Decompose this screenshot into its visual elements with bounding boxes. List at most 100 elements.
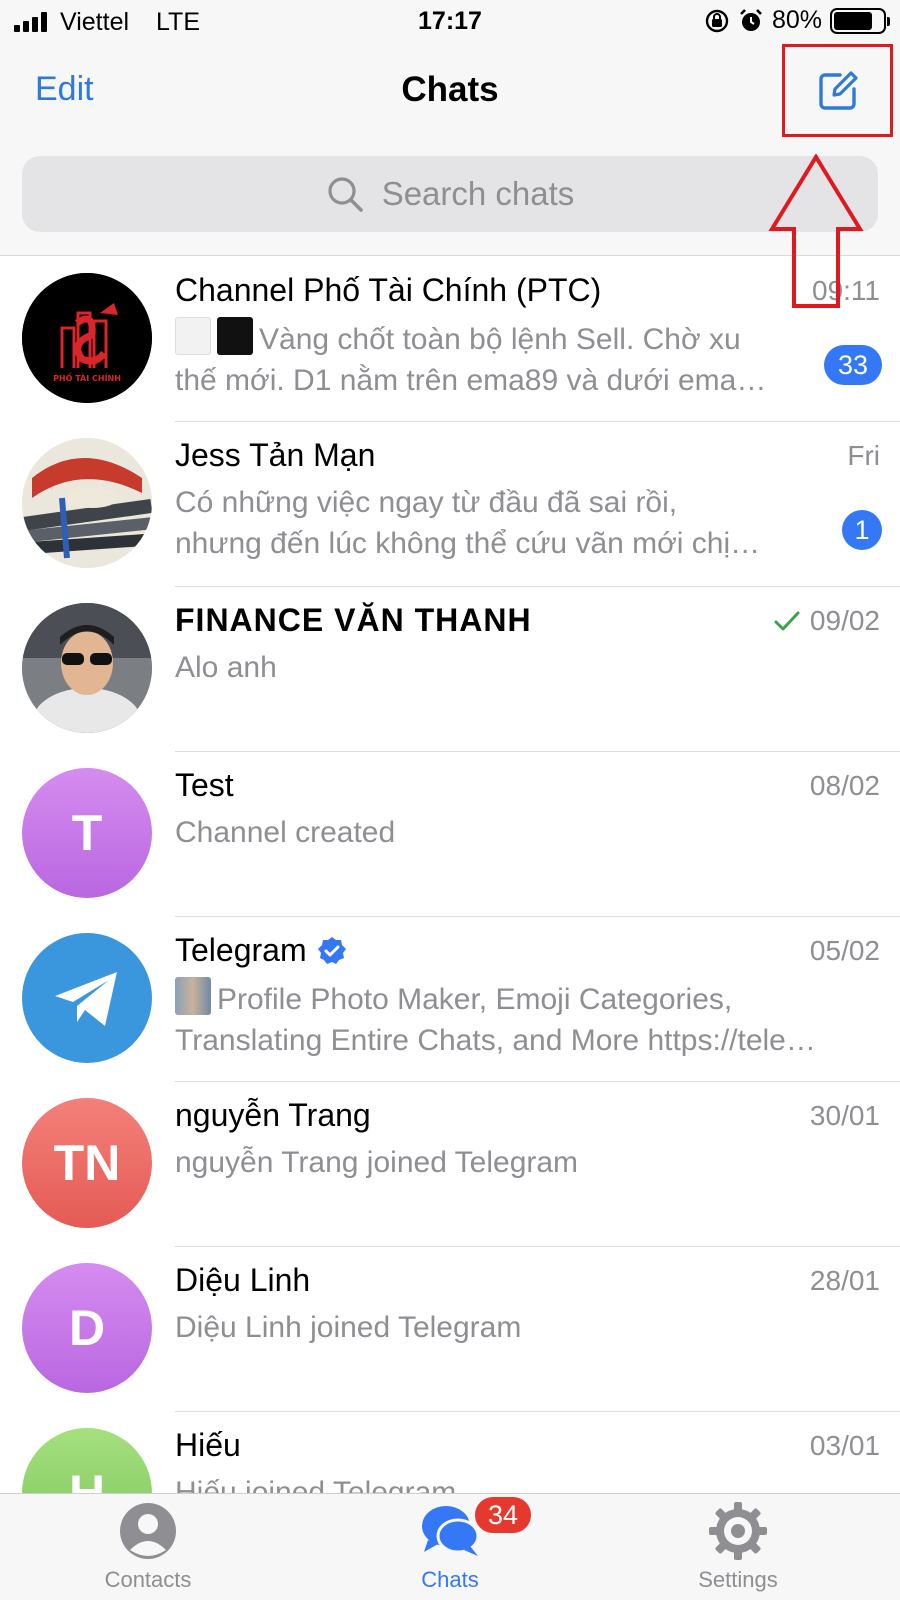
status-right: 80% bbox=[704, 6, 890, 35]
avatar: D bbox=[22, 1263, 152, 1393]
orientation-lock-icon bbox=[705, 9, 729, 32]
chat-preview-line-1: Diệu Linh joined Telegram bbox=[175, 1311, 522, 1344]
battery-percent: 80% bbox=[771, 6, 822, 34]
preview-image-thumbnail bbox=[175, 317, 211, 355]
compose-icon bbox=[818, 70, 858, 110]
read-check-icon bbox=[774, 611, 800, 631]
chart-image-thumbnail bbox=[217, 317, 253, 355]
chat-preview: nguyễn Trang joined Telegram bbox=[175, 1142, 810, 1183]
chat-preview-line-1: nguyễn Trang joined Telegram bbox=[175, 1146, 579, 1179]
compose-button[interactable] bbox=[782, 44, 893, 137]
chat-name: nguyễn Trang bbox=[175, 1097, 371, 1133]
avatar bbox=[22, 933, 152, 1063]
chat-row-test[interactable]: T Test 08/02 Channel created bbox=[0, 752, 900, 917]
chat-row-channel-ptc[interactable]: PHỐ TÀI CHÍNH Channel Phố Tài Chính (PTC… bbox=[0, 257, 900, 422]
chat-row-body: nguyễn Trang 30/01 nguyễn Trang joined T… bbox=[175, 1082, 900, 1247]
chat-time: 05/02 bbox=[809, 935, 880, 966]
books-photo-icon bbox=[22, 438, 152, 568]
chat-preview-line-2: Translating Entire Chats, and More https… bbox=[175, 1024, 816, 1057]
chat-preview: Vàng chốt toàn bộ lệnh Sell. Chờ xu thế … bbox=[175, 317, 810, 399]
chat-name: Channel Phố Tài Chính (PTC) bbox=[175, 272, 602, 308]
chat-row-body: Diệu Linh 28/01 Diệu Linh joined Telegra… bbox=[175, 1247, 900, 1412]
chat-name: Diệu Linh bbox=[175, 1262, 311, 1298]
search-icon bbox=[328, 177, 363, 212]
page-title: Chats bbox=[401, 70, 499, 109]
avatar-initials: TN bbox=[53, 1135, 121, 1191]
chat-preview: Hiếu joined Telegram bbox=[175, 1472, 810, 1493]
chat-time: Fri bbox=[847, 440, 880, 471]
search-input[interactable]: Search chats bbox=[22, 156, 878, 232]
chat-preview: Alo anh bbox=[175, 647, 810, 688]
annotation-arrow-icon bbox=[768, 154, 864, 308]
chat-name-group: Telegram bbox=[175, 932, 347, 969]
chat-time: 28/01 bbox=[809, 1265, 880, 1296]
chat-name: Telegram bbox=[175, 932, 307, 968]
chat-row-body: Hiếu 03/01 Hiếu joined Telegram bbox=[175, 1412, 900, 1493]
chat-row-nguyen-trang[interactable]: TN nguyễn Trang 30/01 nguyễn Trang joine… bbox=[0, 1082, 900, 1247]
tab-contacts[interactable]: Contacts bbox=[48, 1494, 248, 1600]
chat-list: PHỐ TÀI CHÍNH Channel Phố Tài Chính (PTC… bbox=[0, 257, 900, 1493]
chat-row-jess-tan-man[interactable]: Jess Tản Mạn Fri Có những việc ngay từ đ… bbox=[0, 422, 900, 587]
chat-time: 09/02 bbox=[809, 605, 880, 636]
chat-row-hieu[interactable]: H Hiếu 03/01 Hiếu joined Telegram bbox=[0, 1412, 900, 1493]
chat-preview-line-1: Alo anh bbox=[175, 651, 277, 684]
chat-row-body: Telegram 05/02 Profile Photo Maker, Emoj… bbox=[175, 917, 900, 1082]
avatar: PHỐ TÀI CHÍNH bbox=[22, 273, 152, 403]
chat-name: Test bbox=[175, 767, 234, 803]
chat-preview-line-1: Channel created bbox=[175, 816, 396, 849]
telegram-plane-icon bbox=[55, 972, 117, 1026]
status-bar: Viettel LTE 17:17 80% bbox=[0, 0, 900, 44]
chat-row-body: FINANCE VĂN THANH 09/02 Alo anh bbox=[175, 587, 900, 752]
chat-preview-line-2: nhưng đến lúc không thể cứu vãn mới chị… bbox=[175, 527, 761, 560]
chat-preview-line-1: Vàng chốt toàn bộ lệnh Sell. Chờ xu bbox=[259, 323, 741, 356]
chat-time: 03/01 bbox=[809, 1430, 880, 1461]
alarm-icon bbox=[740, 8, 762, 31]
chat-row-finance-van-thanh[interactable]: FINANCE VĂN THANH 09/02 Alo anh bbox=[0, 587, 900, 752]
chat-row-telegram[interactable]: Telegram 05/02 Profile Photo Maker, Emoj… bbox=[0, 917, 900, 1082]
chat-row-body: Jess Tản Mạn Fri Có những việc ngay từ đ… bbox=[175, 422, 900, 587]
tab-label: Contacts bbox=[104, 1567, 192, 1592]
chat-time: 30/01 bbox=[809, 1100, 880, 1131]
tab-badge: 34 bbox=[473, 1495, 533, 1535]
avatar bbox=[22, 438, 152, 568]
chat-name: Hiếu bbox=[175, 1427, 241, 1463]
navigation-bar: Edit Chats Search chats bbox=[0, 44, 900, 256]
avatar-initials: T bbox=[71, 805, 103, 861]
search-placeholder: Search chats bbox=[381, 175, 575, 212]
tab-label: Chats bbox=[421, 1567, 479, 1592]
avatar bbox=[22, 603, 152, 733]
tab-label: Settings bbox=[698, 1567, 778, 1592]
avatar: H bbox=[22, 1428, 152, 1493]
chat-time-group: 09/02 bbox=[774, 605, 880, 637]
chat-preview: Diệu Linh joined Telegram bbox=[175, 1307, 810, 1348]
chat-name: Jess Tản Mạn bbox=[175, 437, 376, 473]
settings-icon bbox=[709, 1502, 767, 1560]
chat-preview-line-1: Hiếu joined Telegram bbox=[175, 1476, 457, 1493]
chat-preview: Có những việc ngay từ đầu đã sai rồi, nh… bbox=[175, 482, 810, 564]
chat-preview-line-1: Có những việc ngay từ đầu đã sai rồi, bbox=[175, 486, 678, 519]
tab-chats[interactable]: 34 Chats bbox=[350, 1494, 550, 1600]
chat-preview: Channel created bbox=[175, 812, 810, 853]
ptc-logo-icon: PHỐ TÀI CHÍNH bbox=[22, 273, 152, 403]
unread-badge: 33 bbox=[824, 345, 882, 385]
verified-badge-icon bbox=[317, 936, 346, 964]
chat-name: FINANCE VĂN THANH bbox=[175, 602, 532, 638]
avatar-initials: D bbox=[68, 1300, 106, 1356]
chats-icon bbox=[422, 1506, 480, 1556]
person-photo-icon bbox=[22, 603, 152, 733]
chat-row-body: Test 08/02 Channel created bbox=[175, 752, 900, 917]
chat-row-dieu-linh[interactable]: D Diệu Linh 28/01 Diệu Linh joined Teleg… bbox=[0, 1247, 900, 1412]
tab-settings[interactable]: Settings bbox=[638, 1494, 838, 1600]
battery-icon bbox=[830, 7, 890, 34]
avatar: TN bbox=[22, 1098, 152, 1228]
avatar-initials: H bbox=[68, 1465, 106, 1493]
chat-preview-line-1: Profile Photo Maker, Emoji Categories, bbox=[217, 983, 733, 1016]
chat-time: 08/02 bbox=[809, 770, 880, 801]
chat-preview-line-2: thế mới. D1 nằm trên ema89 và dưới ema… bbox=[175, 364, 767, 397]
chat-preview: Profile Photo Maker, Emoji Categories, T… bbox=[175, 977, 880, 1059]
contacts-icon bbox=[120, 1503, 176, 1559]
tab-bar: Contacts 34 Chats Settings bbox=[0, 1493, 900, 1600]
unread-badge: 1 bbox=[842, 510, 882, 550]
preview-image-thumbnail bbox=[175, 977, 211, 1015]
avatar: T bbox=[22, 768, 152, 898]
